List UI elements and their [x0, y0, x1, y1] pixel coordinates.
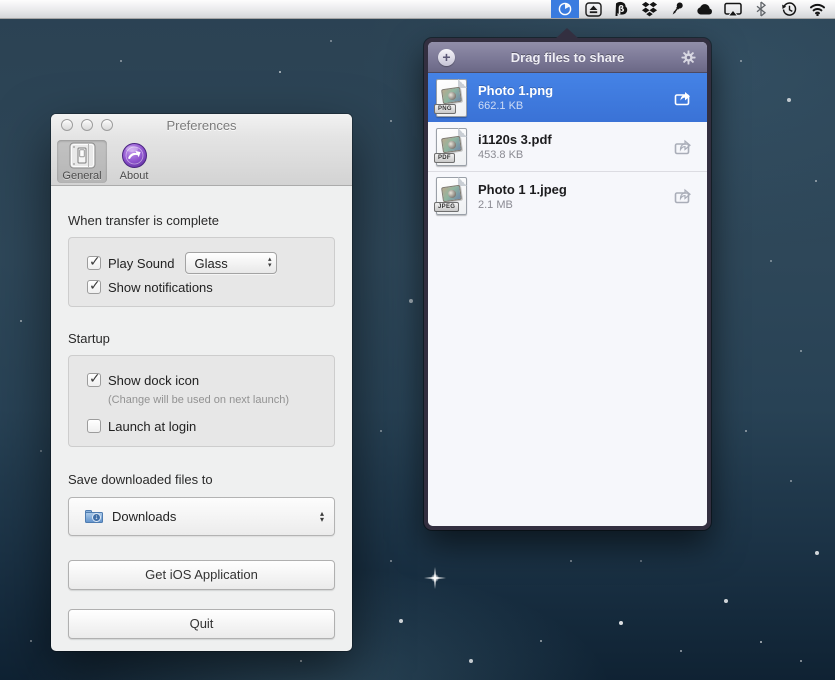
dropbox-icon — [641, 1, 658, 17]
popup-stepper-icon: ▴▾ — [268, 257, 272, 269]
clock-icon — [557, 1, 573, 17]
about-app-icon — [121, 142, 148, 169]
play-sound-checkbox[interactable]: ✓ — [87, 256, 101, 270]
pushpin-icon — [669, 1, 685, 17]
cloud-menubar-icon[interactable] — [691, 0, 719, 18]
pdf-file-icon: PDF — [436, 128, 467, 166]
quit-button[interactable]: Quit — [68, 609, 335, 639]
airplay-menubar-icon[interactable] — [719, 0, 747, 18]
file-type-badge: PNG — [434, 104, 456, 114]
transfer-complete-group: ✓ Play Sound Glass ▴▾ ✓ Show notificatio… — [68, 237, 335, 307]
title-bar[interactable]: Preferences — [51, 114, 352, 137]
png-file-icon: PNG — [436, 79, 467, 117]
file-name: Photo 1 1.jpeg — [478, 181, 673, 198]
traffic-lights — [61, 119, 113, 131]
play-sound-label: Play Sound — [108, 256, 175, 271]
wifi-icon — [809, 2, 826, 16]
time-machine-icon — [781, 1, 798, 18]
tab-about-label: About — [120, 170, 149, 182]
share-icon — [674, 139, 694, 155]
sound-select[interactable]: Glass ▴▾ — [185, 252, 277, 274]
popover-title: Drag files to share — [511, 50, 624, 65]
beta-menubar-icon[interactable]: β — [607, 0, 635, 18]
tab-about[interactable]: About — [109, 140, 159, 183]
share-icon — [674, 90, 694, 106]
settings-gear-button[interactable] — [680, 49, 697, 66]
bluetooth-menubar-icon[interactable] — [747, 0, 775, 18]
switch-icon — [69, 142, 96, 169]
popover-header: + Drag files to share — [428, 42, 707, 73]
bluetooth-icon — [755, 1, 767, 17]
add-file-button[interactable]: + — [438, 49, 455, 66]
dropbox-menubar-icon[interactable] — [635, 0, 663, 18]
app-menubar-icon[interactable] — [551, 0, 579, 18]
eject-icon — [585, 2, 602, 17]
pin-menubar-icon[interactable] — [663, 0, 691, 18]
time-machine-menubar-icon[interactable] — [775, 0, 803, 18]
save-files-heading: Save downloaded files to — [68, 472, 335, 487]
downloads-folder-icon: ↓ — [85, 510, 103, 523]
eject-menubar-icon[interactable] — [579, 0, 607, 18]
file-size: 2.1 MB — [478, 198, 673, 212]
svg-text:β: β — [618, 5, 625, 15]
dock-icon-hint: (Change will be used on next launch) — [108, 394, 334, 406]
popover-arrow — [555, 28, 579, 39]
menu-bar-status-icons: β — [551, 0, 835, 18]
preferences-content: When transfer is complete ✓ Play Sound G… — [51, 213, 352, 639]
file-type-badge: PDF — [434, 153, 455, 163]
preferences-window: Preferences General — [51, 114, 352, 651]
zoom-button[interactable] — [101, 119, 113, 131]
file-row-i1120s-pdf[interactable]: PDF i1120s 3.pdf 453.8 KB — [428, 122, 707, 171]
file-list: PNG Photo 1.png 662.1 KB PDF — [428, 73, 707, 526]
tab-general-label: General — [62, 170, 101, 182]
file-type-badge: JPEG — [434, 202, 459, 212]
startup-heading: Startup — [68, 331, 335, 346]
share-icon — [674, 188, 694, 204]
share-button[interactable] — [673, 187, 695, 205]
launch-at-login-checkbox[interactable] — [87, 419, 101, 433]
get-ios-application-button[interactable]: Get iOS Application — [68, 560, 335, 590]
file-size: 453.8 KB — [478, 148, 673, 162]
transfer-complete-heading: When transfer is complete — [68, 213, 335, 228]
beta-icon: β — [613, 1, 629, 17]
popup-stepper-icon: ▴▾ — [320, 511, 324, 523]
startup-group: ✓ Show dock icon (Change will be used on… — [68, 355, 335, 447]
file-name: Photo 1.png — [478, 82, 673, 99]
show-notifications-checkbox[interactable]: ✓ — [87, 280, 101, 294]
minimize-button[interactable] — [81, 119, 93, 131]
tab-general[interactable]: General — [57, 140, 107, 183]
file-name: i1120s 3.pdf — [478, 131, 673, 148]
cloud-icon — [696, 2, 714, 16]
share-popover: + Drag files to share — [424, 38, 711, 530]
wifi-menubar-icon[interactable] — [803, 0, 831, 18]
show-notifications-label: Show notifications — [108, 280, 213, 295]
display-mirroring-icon — [724, 2, 742, 17]
file-row-photo1-png[interactable]: PNG Photo 1.png 662.1 KB — [428, 73, 707, 122]
jpeg-file-icon: JPEG — [436, 177, 467, 215]
share-button[interactable] — [673, 138, 695, 156]
show-dock-icon-checkbox[interactable]: ✓ — [87, 373, 101, 387]
file-row-photo11-jpeg[interactable]: JPEG Photo 1 1.jpeg 2.1 MB — [428, 171, 707, 220]
save-folder-value: Downloads — [112, 509, 320, 524]
menu-bar: β — [0, 0, 835, 19]
file-size: 662.1 KB — [478, 99, 673, 113]
save-folder-select[interactable]: ↓ Downloads ▴▾ — [68, 497, 335, 536]
bright-star — [424, 567, 446, 589]
launch-at-login-label: Launch at login — [108, 419, 196, 434]
share-button[interactable] — [673, 89, 695, 107]
show-dock-icon-label: Show dock icon — [108, 373, 199, 388]
preferences-toolbar: General About — [51, 137, 352, 186]
close-button[interactable] — [61, 119, 73, 131]
gear-icon — [681, 50, 696, 65]
